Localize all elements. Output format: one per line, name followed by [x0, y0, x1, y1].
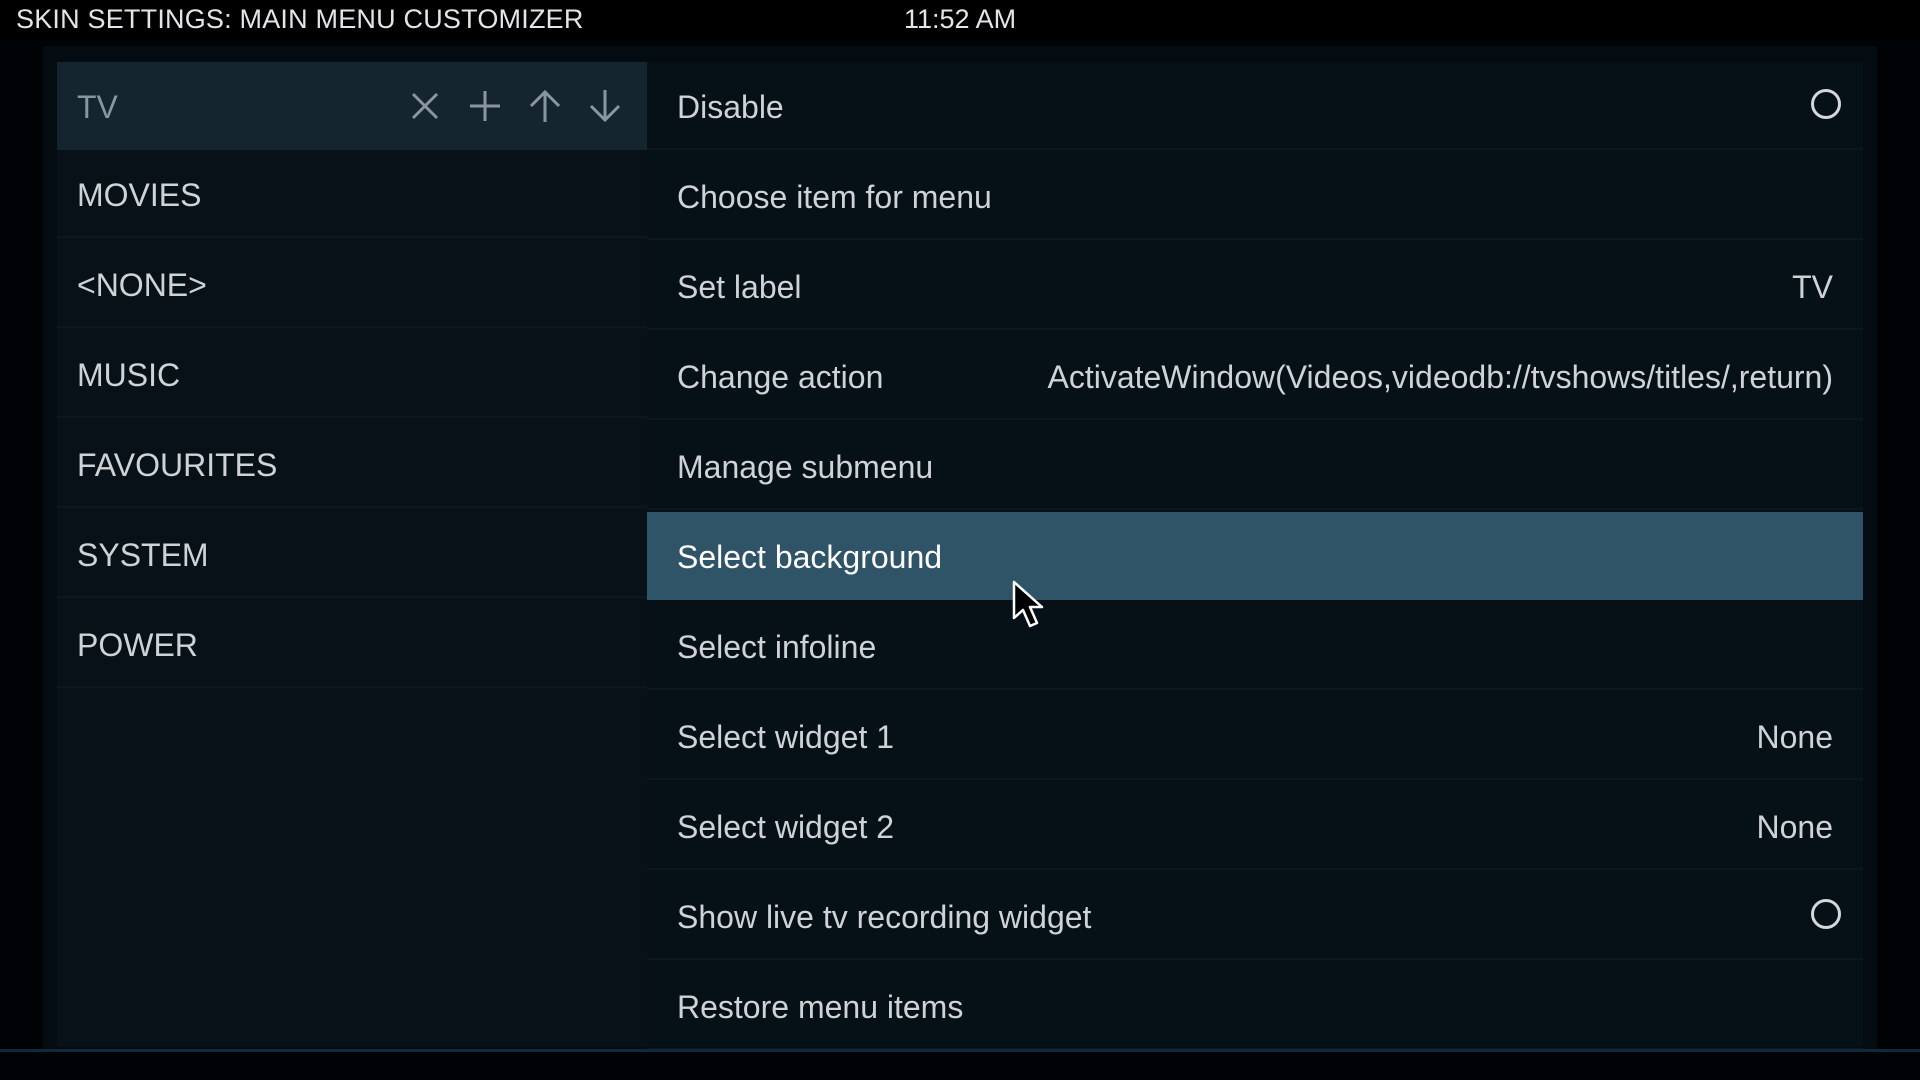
menu-item-label: MUSIC [77, 357, 181, 393]
menu-item-label: FAVOURITES [77, 447, 278, 483]
bottom-divider [0, 1049, 1920, 1052]
option-label: Restore menu items [677, 989, 964, 1025]
option-label: Select widget 2 [677, 809, 895, 845]
menu-item-none[interactable]: <NONE> [57, 240, 647, 328]
menu-item-system[interactable]: SYSTEM [57, 510, 647, 598]
option-live-tv-widget[interactable]: Show live tv recording widget [647, 872, 1863, 960]
arrow-up-icon[interactable] [525, 86, 565, 126]
option-label: Select infoline [677, 629, 877, 665]
option-select-widget-2[interactable]: Select widget 2 None [647, 782, 1863, 870]
menu-item-power[interactable]: POWER [57, 600, 647, 688]
option-label: Set label [677, 269, 802, 305]
menu-item-label: <NONE> [77, 267, 207, 303]
top-bar: SKIN SETTINGS: MAIN MENU CUSTOMIZER 11:5… [0, 0, 1920, 40]
option-select-background[interactable]: Select background [647, 512, 1863, 600]
page-title: SKIN SETTINGS: MAIN MENU CUSTOMIZER [16, 4, 584, 34]
option-restore-menu-items[interactable]: Restore menu items [647, 962, 1863, 1050]
option-value: None [1756, 809, 1834, 845]
option-select-infoline[interactable]: Select infoline [647, 602, 1863, 690]
options-list: Disable Choose item for menu Set label T… [647, 62, 1863, 1050]
menu-item-label: MOVIES [77, 177, 202, 213]
option-select-widget-1[interactable]: Select widget 1 None [647, 692, 1863, 780]
mouse-pointer-icon [1012, 580, 1046, 630]
option-label: Show live tv recording widget [677, 899, 1092, 935]
option-disable[interactable]: Disable [647, 62, 1863, 150]
option-label: Select background [677, 539, 943, 575]
menu-item-label: SYSTEM [77, 537, 209, 573]
menu-item-favourites[interactable]: FAVOURITES [57, 420, 647, 508]
option-label: Select widget 1 [677, 719, 895, 755]
option-choose-item[interactable]: Choose item for menu [647, 152, 1863, 240]
option-label: Manage submenu [677, 449, 934, 485]
main-menu-list: TV MOVIES <NONE> MUSIC FAVOURITES SYSTEM… [57, 62, 647, 1047]
menu-item-tv[interactable]: TV [57, 62, 647, 150]
option-label: Change action [677, 359, 884, 395]
option-manage-submenu[interactable]: Manage submenu [647, 422, 1863, 510]
option-value: ActivateWindow(Videos,videodb://tvshows/… [1047, 359, 1833, 395]
radio-toggle-icon[interactable] [1811, 899, 1841, 929]
option-set-label[interactable]: Set label TV [647, 242, 1863, 330]
menu-item-label: POWER [77, 627, 198, 663]
option-value: None [1756, 719, 1834, 755]
radio-toggle-icon[interactable] [1811, 89, 1841, 119]
menu-item-movies[interactable]: MOVIES [57, 150, 647, 238]
menu-item-label: TV [77, 89, 118, 125]
option-change-action[interactable]: Change action ActivateWindow(Videos,vide… [647, 332, 1863, 420]
option-value: TV [1792, 269, 1833, 305]
arrow-down-icon[interactable] [585, 86, 625, 126]
close-icon[interactable] [405, 86, 445, 126]
plus-icon[interactable] [465, 86, 505, 126]
option-label: Disable [677, 89, 784, 125]
menu-item-music[interactable]: MUSIC [57, 330, 647, 418]
option-label: Choose item for menu [677, 179, 992, 215]
clock: 11:52 AM [904, 4, 1017, 34]
